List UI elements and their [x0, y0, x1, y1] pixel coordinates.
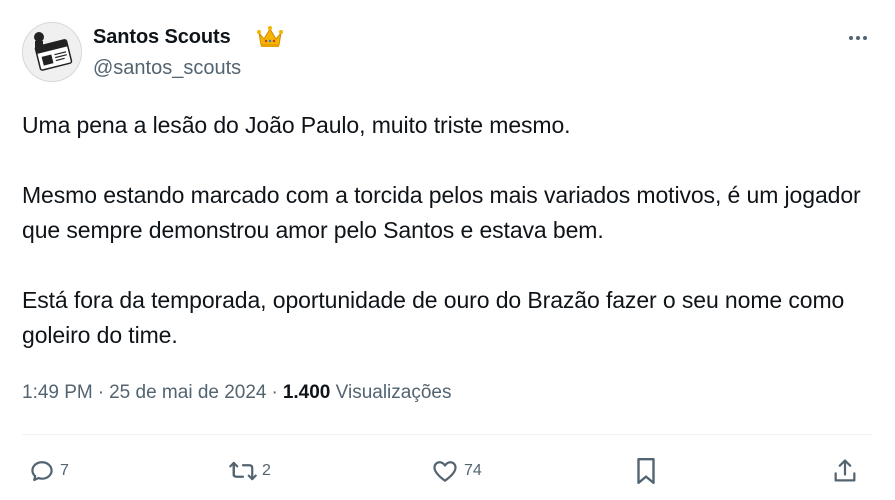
action-bar: 7 2 74	[0, 453, 895, 489]
share-button[interactable]	[831, 453, 859, 489]
like-count: 74	[464, 462, 482, 479]
tweet-time[interactable]: 1:49 PM	[22, 382, 93, 403]
views-label: Visualizações	[335, 382, 452, 403]
tweet-date[interactable]: 25 de mai de 2024	[109, 382, 266, 403]
crown-icon	[257, 26, 283, 47]
santos-scouts-logo-icon	[23, 23, 81, 81]
reply-button[interactable]: 7	[28, 453, 69, 489]
user-handle[interactable]: @santos_scouts	[93, 57, 241, 80]
share-icon	[834, 459, 856, 482]
meta-separator: ·	[271, 382, 278, 403]
meta-separator: ·	[97, 382, 105, 403]
views-count: 1.400	[282, 382, 331, 403]
retweet-count: 2	[262, 462, 271, 479]
avatar[interactable]	[22, 22, 82, 82]
tweet-meta: 1:49 PM · 25 de mai de 2024 · 1.400 Visualiz…	[22, 382, 451, 404]
like-button[interactable]: 74	[430, 453, 482, 489]
display-name[interactable]: Santos Scouts	[93, 26, 231, 49]
tweet-card: Santos Scouts @santos_scouts Uma pena a …	[0, 0, 895, 500]
heart-icon	[433, 461, 457, 482]
reply-count: 7	[60, 462, 69, 479]
retweet-button[interactable]: 2	[228, 453, 271, 489]
retweet-icon	[229, 461, 257, 481]
bookmark-button[interactable]	[633, 453, 659, 489]
tweet-paragraph: Está fora da temporada, oportunidade de …	[22, 287, 845, 348]
reply-icon	[31, 461, 53, 482]
divider	[22, 434, 872, 435]
tweet-text: Uma pena a lesão do João Paulo, muito tr…	[22, 108, 872, 353]
tweet-paragraph: Uma pena a lesão do João Paulo, muito tr…	[22, 112, 571, 138]
bookmark-icon	[637, 457, 655, 485]
more-options-icon[interactable]	[844, 28, 872, 48]
tweet-paragraph: Mesmo estando marcado com a torcida pelo…	[22, 182, 861, 243]
